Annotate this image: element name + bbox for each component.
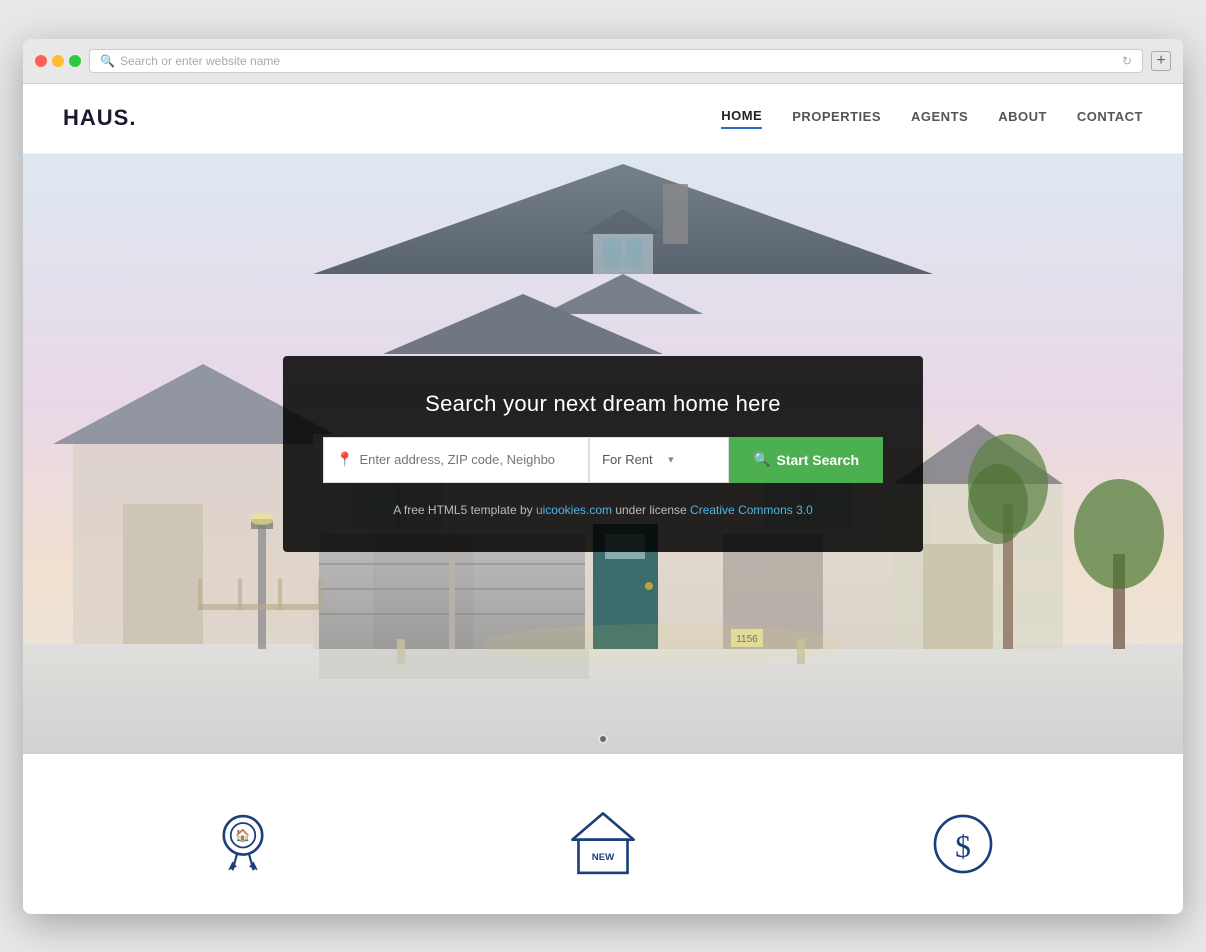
dot-minimize[interactable] xyxy=(52,55,64,67)
feature-affordable: $ xyxy=(813,804,1113,884)
nav-links: HOME PROPERTIES AGENTS ABOUT CONTACT xyxy=(721,108,1143,129)
search-icon: 🔍 xyxy=(100,54,115,68)
new-listing-icon: NEW xyxy=(563,804,643,884)
property-type-select[interactable]: For Rent For Sale xyxy=(602,452,668,467)
svg-text:🏠: 🏠 xyxy=(235,828,250,842)
address-search-input[interactable] xyxy=(359,452,576,467)
features-section: 🏠 xyxy=(23,754,1183,914)
search-bar: 📍 For Rent For Sale ▾ 🔍 Start Search xyxy=(323,437,883,483)
dollar-icon: $ xyxy=(923,804,1003,884)
address-bar[interactable]: 🔍 Search or enter website name ↻ xyxy=(89,49,1143,73)
attribution-prefix: A free HTML5 template by xyxy=(393,503,536,517)
website-content: HAUS. HOME PROPERTIES AGENTS ABOUT CONTA… xyxy=(23,84,1183,914)
dot-close[interactable] xyxy=(35,55,47,67)
svg-text:NEW: NEW xyxy=(592,851,615,862)
feature-new: NEW xyxy=(453,804,753,884)
nav-properties[interactable]: PROPERTIES xyxy=(792,109,881,128)
location-icon: 📍 xyxy=(336,451,353,468)
new-tab-button[interactable]: + xyxy=(1151,51,1171,71)
search-title: Search your next dream home here xyxy=(323,391,883,417)
slider-dot[interactable] xyxy=(598,734,608,744)
address-bar-text: Search or enter website name xyxy=(120,54,280,68)
search-select-wrap: For Rent For Sale ▾ xyxy=(589,437,729,483)
svg-text:$: $ xyxy=(955,829,971,864)
search-btn-label: Start Search xyxy=(777,452,859,468)
start-search-button[interactable]: 🔍 Start Search xyxy=(729,437,883,483)
browser-dots xyxy=(35,55,81,67)
reload-icon: ↻ xyxy=(1122,54,1132,68)
nav-agents[interactable]: AGENTS xyxy=(911,109,968,128)
search-input-wrap: 📍 xyxy=(323,437,589,483)
site-logo[interactable]: HAUS. xyxy=(63,105,136,131)
browser-chrome: 🔍 Search or enter website name ↻ + xyxy=(23,39,1183,84)
navbar: HAUS. HOME PROPERTIES AGENTS ABOUT CONTA… xyxy=(23,84,1183,154)
chevron-down-icon: ▾ xyxy=(668,453,674,466)
attribution-middle: under license xyxy=(612,503,690,517)
dot-maximize[interactable] xyxy=(69,55,81,67)
award-icon: 🏠 xyxy=(203,804,283,884)
attribution-text: A free HTML5 template by uicookies.com u… xyxy=(323,503,883,517)
browser-window: 🔍 Search or enter website name ↻ + HAUS.… xyxy=(23,39,1183,914)
slider-dot-container xyxy=(598,734,608,744)
nav-about[interactable]: ABOUT xyxy=(998,109,1047,128)
search-overlay: Search your next dream home here 📍 For R… xyxy=(283,356,923,552)
nav-home[interactable]: HOME xyxy=(721,108,762,129)
search-btn-icon: 🔍 xyxy=(753,451,770,468)
attribution-link-uicookies[interactable]: uicookies.com xyxy=(536,503,612,517)
attribution-link-cc[interactable]: Creative Commons 3.0 xyxy=(690,503,813,517)
hero-section: 1156 xyxy=(23,154,1183,754)
nav-contact[interactable]: CONTACT xyxy=(1077,109,1143,128)
feature-quality: 🏠 xyxy=(93,804,393,884)
